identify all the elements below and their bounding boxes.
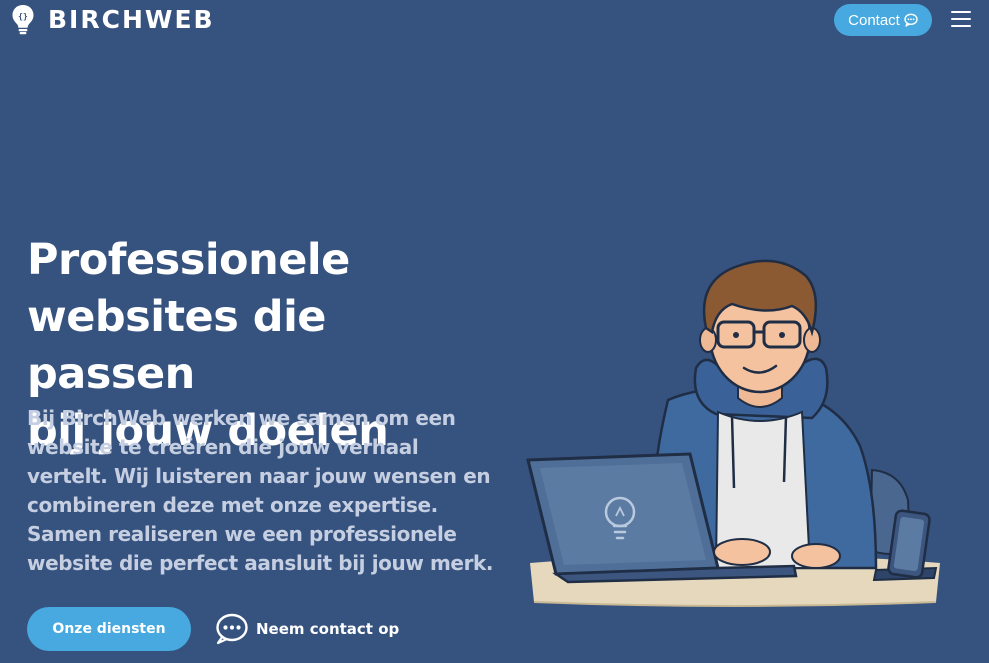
hero-description-line: website die perfect aansluit bij jouw me… [27, 551, 494, 575]
hero-description-line: combineren deze met onze expertise. [27, 493, 438, 517]
site-header: {} BIRCHWEB Contact [0, 0, 989, 40]
hero-description-line: vertelt. Wij luisteren naar jouw wensen … [27, 464, 491, 488]
chat-bubble-icon [904, 13, 918, 27]
logo[interactable]: {} BIRCHWEB [10, 3, 215, 35]
hero-description-line: website te creëren die jouw verhaal [27, 435, 419, 459]
chat-bubble-icon [216, 613, 248, 645]
logo-text: BIRCHWEB [48, 4, 215, 34]
lightbulb-icon: {} [12, 5, 34, 35]
svg-text:{}: {} [18, 12, 28, 21]
hero-description-line: Bij BirchWeb werken we samen om een [27, 406, 456, 430]
services-button[interactable]: Onze diensten [27, 607, 191, 651]
contact-link[interactable]: Neem contact op [215, 612, 399, 646]
hamburger-menu-icon[interactable] [951, 10, 971, 28]
hero-description-line: Samen realiseren we een professionele [27, 522, 457, 546]
hero-title-line: Professionele [27, 235, 350, 285]
contact-button-label: Contact [848, 11, 900, 29]
contact-link-label: Neem contact op [256, 620, 400, 638]
hero-description: Bij BirchWeb werken we samen om een webs… [27, 404, 497, 578]
hero-title-line: websites die passen [27, 292, 326, 399]
developer-at-laptop-illustration [526, 259, 940, 607]
contact-button[interactable]: Contact [834, 4, 932, 36]
